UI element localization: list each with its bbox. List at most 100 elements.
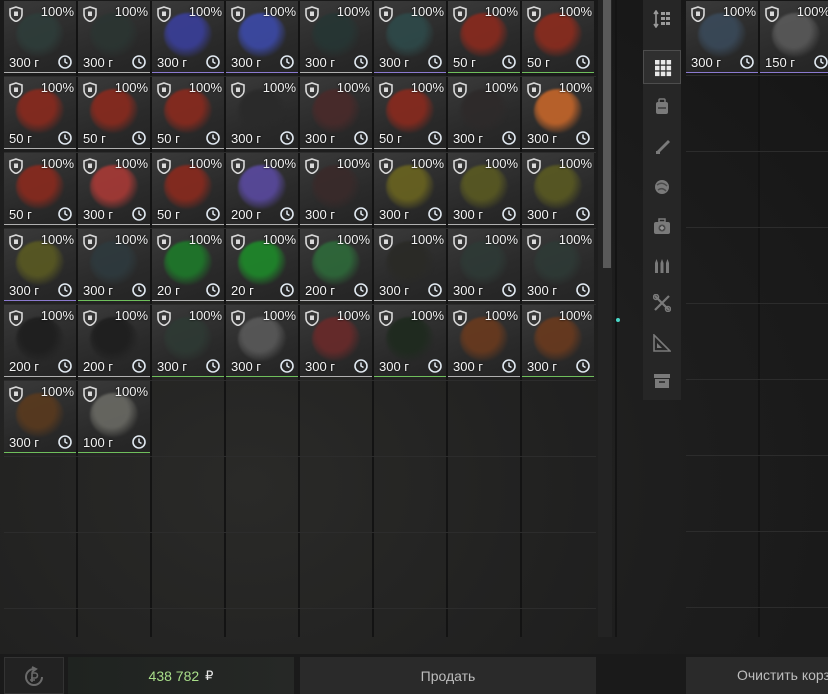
item-image xyxy=(164,241,212,285)
item-price: 300 г xyxy=(83,55,114,70)
inventory-slot[interactable]: 100% 300 г xyxy=(522,229,594,301)
inventory-slot[interactable]: 100% 300 г xyxy=(300,153,372,225)
shield-icon xyxy=(9,6,23,22)
item-condition: 100% xyxy=(558,308,592,323)
item-image xyxy=(386,13,434,57)
shield-icon xyxy=(83,234,97,250)
item-condition: 100% xyxy=(188,232,222,247)
shield-icon xyxy=(527,158,541,174)
inventory-slot[interactable]: 100% 300 г xyxy=(448,229,520,301)
item-price: 50 г xyxy=(83,131,106,146)
inventory-slot[interactable]: 100% 50 г xyxy=(522,1,594,73)
category-medicine[interactable] xyxy=(643,210,681,244)
shield-icon xyxy=(157,82,171,98)
inventory-slot[interactable]: 100% 300 г xyxy=(226,305,298,377)
inventory-slot[interactable]: 100% 300 г xyxy=(4,1,76,73)
inventory-slot[interactable]: 100% 20 г xyxy=(226,229,298,301)
inventory-slot[interactable]: 100% 300 г xyxy=(300,305,372,377)
inventory-slot[interactable]: 100% 150 г xyxy=(760,1,828,73)
inventory-slot[interactable]: 100% 200 г xyxy=(300,229,372,301)
item-condition: 100% xyxy=(484,308,518,323)
category-weapons[interactable] xyxy=(643,130,681,164)
sell-basket-grid: 100% 300 г 100% 150 г xyxy=(686,0,828,637)
clock-icon xyxy=(58,435,72,449)
inventory-slot[interactable]: 100% 300 г xyxy=(152,305,224,377)
inventory-slot[interactable]: 100% 50 г xyxy=(4,77,76,149)
item-image xyxy=(90,241,138,285)
inventory-slot[interactable]: 100% 300 г xyxy=(686,1,758,73)
inventory-slot[interactable]: 100% 200 г xyxy=(78,305,150,377)
inventory-slot[interactable]: 100% 100 г xyxy=(78,381,150,453)
inventory-slot[interactable]: 100% 50 г xyxy=(78,77,150,149)
item-price: 300 г xyxy=(453,207,484,222)
quality-underline xyxy=(300,72,372,73)
inventory-slot[interactable]: 100% 300 г xyxy=(374,153,446,225)
inventory-slot[interactable]: 100% 300 г xyxy=(374,305,446,377)
sort-icon xyxy=(653,10,670,28)
clock-icon xyxy=(740,55,754,69)
inventory-slot[interactable]: 100% 300 г xyxy=(78,229,150,301)
clock-icon xyxy=(132,435,146,449)
clear-basket-button[interactable]: Очистить корзину xyxy=(686,657,828,694)
sell-button[interactable]: Продать xyxy=(300,657,596,694)
item-condition: 100% xyxy=(484,156,518,171)
category-artifacts[interactable] xyxy=(643,170,681,204)
category-tools[interactable] xyxy=(643,286,681,320)
quality-underline xyxy=(4,224,76,225)
inventory-slot[interactable]: 100% 200 г xyxy=(4,305,76,377)
item-image xyxy=(386,317,434,361)
item-condition: 100% xyxy=(114,80,148,95)
inventory-slot[interactable]: 100% 300 г xyxy=(300,77,372,149)
inventory-slot[interactable]: 100% 300 г xyxy=(226,77,298,149)
inventory-slot[interactable]: 100% 300 г xyxy=(226,1,298,73)
item-condition: 100% xyxy=(796,4,828,19)
category-ammo[interactable] xyxy=(643,248,681,282)
category-all[interactable] xyxy=(643,50,681,84)
inventory-slot[interactable]: 100% 300 г xyxy=(78,153,150,225)
inventory-slot[interactable]: 100% 300 г xyxy=(448,305,520,377)
item-condition: 100% xyxy=(40,232,74,247)
category-blueprints[interactable] xyxy=(643,326,681,360)
inventory-slot[interactable]: 100% 50 г xyxy=(4,153,76,225)
category-misc[interactable] xyxy=(643,364,681,398)
inventory-slot[interactable]: 100% 300 г xyxy=(522,77,594,149)
category-backpacks[interactable] xyxy=(643,90,681,124)
clock-icon xyxy=(502,131,516,145)
quality-underline xyxy=(78,300,150,301)
box-icon xyxy=(654,374,670,388)
inventory-slot[interactable]: 100% 300 г xyxy=(152,1,224,73)
inventory-slot[interactable]: 100% 300 г xyxy=(448,77,520,149)
inventory-slot[interactable]: 100% 300 г xyxy=(522,305,594,377)
item-image xyxy=(90,393,138,437)
inventory-slot[interactable]: 100% 300 г xyxy=(522,153,594,225)
item-price: 300 г xyxy=(231,55,262,70)
inventory-slot[interactable]: 100% 300 г xyxy=(4,381,76,453)
inventory-slot[interactable]: 100% 50 г xyxy=(152,77,224,149)
inventory-slot[interactable]: 100% 300 г xyxy=(374,1,446,73)
item-condition: 100% xyxy=(410,80,444,95)
grid-row-divider xyxy=(686,151,828,152)
quality-underline xyxy=(78,72,150,73)
inventory-slot[interactable]: 100% 50 г xyxy=(448,1,520,73)
clock-icon xyxy=(206,359,220,373)
inventory-slot[interactable]: 100% 300 г xyxy=(448,153,520,225)
clock-icon xyxy=(428,55,442,69)
sort-button[interactable] xyxy=(643,2,681,36)
inventory-slot[interactable]: 100% 300 г xyxy=(4,229,76,301)
inventory-slot[interactable]: 100% 200 г xyxy=(226,153,298,225)
inventory-slot[interactable]: 100% 300 г xyxy=(300,1,372,73)
inventory-slot[interactable]: 100% 50 г xyxy=(152,153,224,225)
clock-icon xyxy=(428,283,442,297)
item-price: 20 г xyxy=(157,283,180,298)
inventory-scrollbar-thumb[interactable] xyxy=(603,0,611,268)
inventory-slot[interactable]: 100% 20 г xyxy=(152,229,224,301)
item-condition: 100% xyxy=(558,80,592,95)
clock-icon xyxy=(132,283,146,297)
item-condition: 100% xyxy=(484,4,518,19)
inventory-slot[interactable]: 100% 300 г xyxy=(78,1,150,73)
inventory-slot[interactable]: 100% 300 г xyxy=(374,229,446,301)
quality-underline xyxy=(374,148,446,149)
inventory-slot[interactable]: 100% 50 г xyxy=(374,77,446,149)
clock-icon xyxy=(354,207,368,221)
refresh-button[interactable] xyxy=(4,657,64,694)
